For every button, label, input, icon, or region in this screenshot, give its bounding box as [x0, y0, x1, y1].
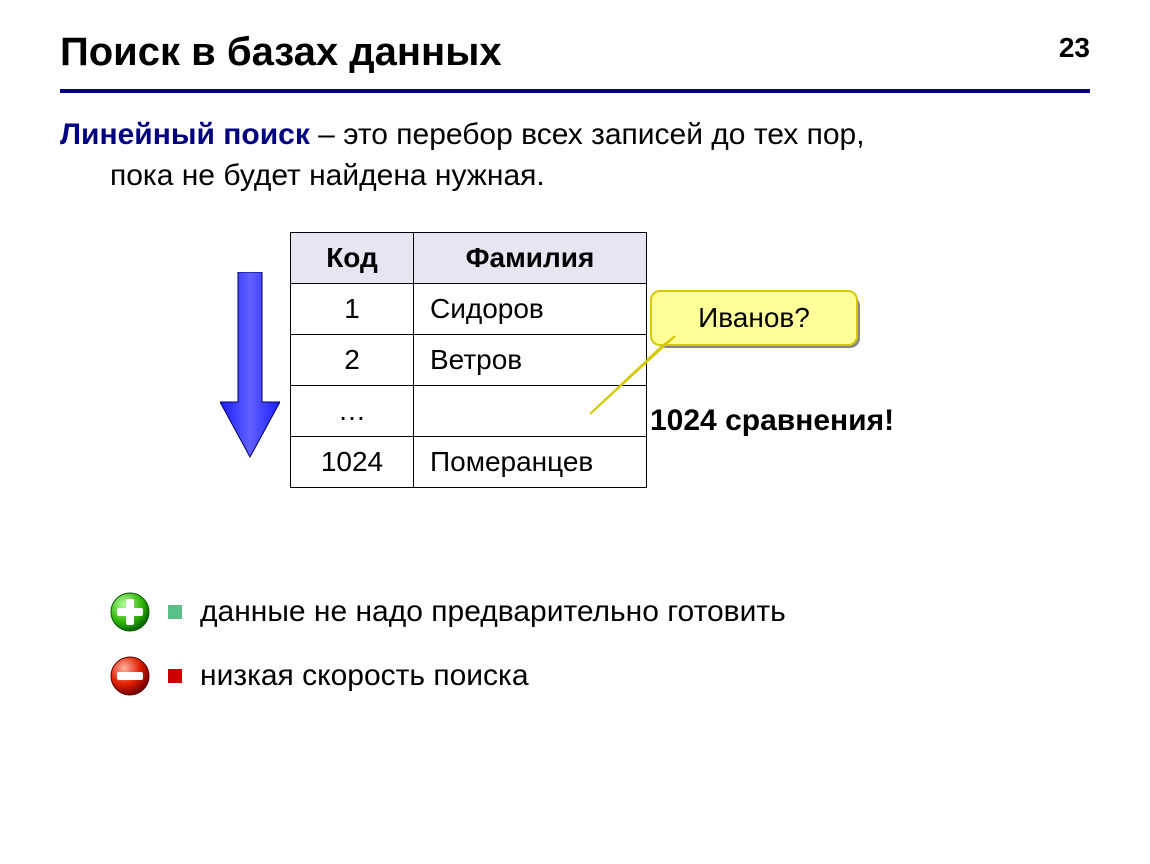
plus-icon [110, 592, 150, 632]
page-number: 23 [1059, 32, 1090, 64]
definition-text: Линейный поиск – это перебор всех записе… [60, 115, 1090, 196]
page-title: Поиск в базах данных [60, 30, 1090, 85]
definition-line1: – это перебор всех записей до тех пор, [310, 118, 865, 151]
callout-box: Иванов? [650, 290, 858, 346]
cell-name: Сидоров [414, 284, 647, 335]
bullet-marker-icon [168, 605, 182, 619]
bullets-list: данные не надо предварительно готовить н… [60, 592, 1090, 696]
bullet-pro: данные не надо предварительно готовить [110, 592, 1090, 632]
minus-icon [110, 656, 150, 696]
table-area: Код Фамилия 1 Сидоров 2 Ветров … 1024 По… [60, 232, 1090, 532]
cell-code: 1 [291, 284, 414, 335]
bullet-con-text: низкая скорость поиска [200, 659, 529, 693]
callout: Иванов? [650, 290, 860, 346]
cell-name: Померанцев [414, 437, 647, 488]
down-arrow-icon [220, 272, 280, 462]
term-linear-search: Линейный поиск [60, 118, 310, 151]
cell-code: 2 [291, 335, 414, 386]
slide: 23 Поиск в базах данных Линейный поиск –… [0, 0, 1150, 864]
cell-code: 1024 [291, 437, 414, 488]
bullet-con: низкая скорость поиска [110, 656, 1090, 696]
callout-text: Иванов? [698, 302, 810, 334]
table-row: 1024 Померанцев [291, 437, 647, 488]
table-header-row: Код Фамилия [291, 233, 647, 284]
cell-code: … [291, 386, 414, 437]
comparisons-label: 1024 сравнения! [650, 404, 894, 438]
bullet-pro-text: данные не надо предварительно готовить [200, 595, 786, 629]
title-rule [60, 89, 1090, 93]
definition-line2: пока не будет найдена нужная. [60, 156, 1090, 197]
table-row: 1 Сидоров [291, 284, 647, 335]
bullet-marker-icon [168, 669, 182, 683]
table-header-name: Фамилия [414, 233, 647, 284]
table-header-code: Код [291, 233, 414, 284]
